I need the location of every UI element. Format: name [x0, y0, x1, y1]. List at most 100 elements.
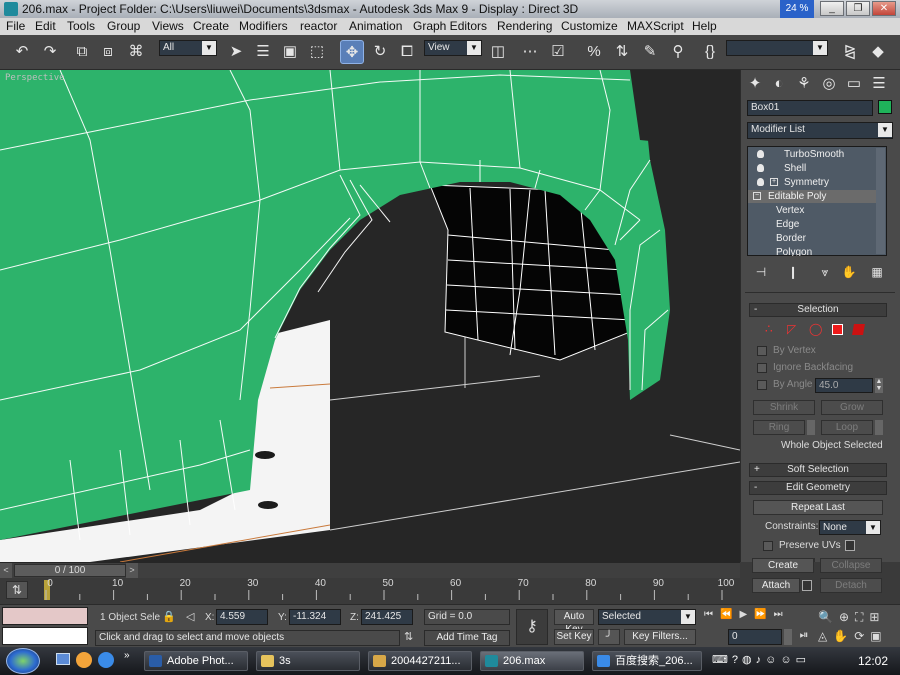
- taskbar-item-photoshop[interactable]: Adobe Phot...: [144, 651, 248, 671]
- stack-subobject-polygon[interactable]: Polygon: [748, 246, 878, 256]
- menu-help[interactable]: Help: [692, 19, 717, 33]
- set-key-button[interactable]: Set Key: [554, 629, 594, 645]
- stack-item-editable-poly[interactable]: − Editable Poly: [748, 190, 878, 203]
- menu-customize[interactable]: Customize: [561, 19, 618, 33]
- close-button[interactable]: ✕: [872, 1, 896, 16]
- monitor-icon[interactable]: ▭: [796, 654, 810, 666]
- angle-snap-icon[interactable]: ☑: [546, 40, 570, 64]
- detach-button[interactable]: Detach: [820, 578, 882, 593]
- motion-tab-icon[interactable]: ◎: [817, 72, 841, 96]
- select-move-icon[interactable]: ✥: [340, 40, 364, 64]
- constraints-dropdown[interactable]: None ▼: [819, 520, 881, 535]
- by-vertex-checkbox[interactable]: [757, 346, 767, 356]
- field-of-view-icon[interactable]: ◬: [818, 629, 833, 643]
- zoom-icon[interactable]: 🔍: [818, 610, 839, 624]
- arc-rotate-icon[interactable]: ⟳: [854, 629, 870, 643]
- maxscript-listener-mini[interactable]: [2, 607, 88, 625]
- menu-animation[interactable]: Animation: [349, 19, 402, 33]
- hierarchy-tab-icon[interactable]: ⚘: [792, 72, 816, 96]
- quicklaunch-expand-icon[interactable]: »: [124, 650, 130, 661]
- mirror-icon[interactable]: ⧎: [838, 40, 862, 64]
- stack-subobject-vertex[interactable]: Vertex: [748, 204, 878, 217]
- taskbar-item-folder[interactable]: 3s: [256, 651, 360, 671]
- stack-scrollbar[interactable]: [876, 148, 885, 254]
- polygon-mode-icon[interactable]: [832, 324, 843, 335]
- preserve-uvs-settings-icon[interactable]: [845, 540, 855, 551]
- next-key-icon[interactable]: ⏩: [754, 609, 773, 620]
- stack-item-turbosmooth[interactable]: TurboSmooth: [748, 148, 878, 161]
- create-button[interactable]: Create: [752, 558, 814, 573]
- key-tangent-icon[interactable]: ╯: [598, 629, 620, 645]
- edit-geometry-rollout-header[interactable]: - Edit Geometry: [749, 481, 887, 495]
- next-frame-icon[interactable]: >: [126, 563, 138, 578]
- select-by-name-icon[interactable]: ☰: [251, 40, 275, 64]
- link-icon[interactable]: ⧉: [70, 40, 94, 64]
- zoom-extents-icon[interactable]: ⛶: [855, 610, 869, 624]
- z-coordinate-field[interactable]: 241.425: [361, 609, 413, 625]
- menu-create[interactable]: Create: [193, 19, 229, 33]
- browser-icon[interactable]: [98, 652, 114, 668]
- preserve-uvs-checkbox[interactable]: [763, 541, 773, 551]
- ref-coord-dropdown[interactable]: View ▼: [424, 40, 482, 56]
- stack-subobject-border[interactable]: Border: [748, 232, 878, 245]
- qq-icon[interactable]: [76, 652, 92, 668]
- key-mode-dropdown[interactable]: Selected ▼: [598, 609, 696, 625]
- current-frame-spinner[interactable]: [784, 629, 792, 645]
- expand-icon[interactable]: +: [770, 178, 778, 186]
- loop-spinner[interactable]: [875, 420, 883, 435]
- angle-spinner[interactable]: 45.0: [815, 378, 873, 393]
- menu-graph-editors[interactable]: Graph Editors: [413, 19, 487, 33]
- snap-toggle-icon[interactable]: ⋯: [518, 40, 542, 64]
- key-mode-toggle-icon[interactable]: ⏯: [794, 629, 814, 645]
- time-slider-thumb[interactable]: 0 / 100: [14, 564, 126, 577]
- remove-modifier-icon[interactable]: ✋: [837, 260, 861, 284]
- align-icon[interactable]: ◆: [866, 40, 890, 64]
- element-mode-icon[interactable]: [852, 324, 865, 335]
- menu-rendering[interactable]: Rendering: [497, 19, 552, 33]
- menu-maxscript[interactable]: MAXScript: [627, 19, 684, 33]
- pin-stack-icon[interactable]: ⊣: [749, 260, 773, 284]
- light-bulb-icon[interactable]: [757, 178, 764, 186]
- ring-button[interactable]: Ring: [753, 420, 805, 435]
- grow-button[interactable]: Grow: [821, 400, 883, 415]
- maxscript-input-mini[interactable]: [2, 627, 88, 645]
- selection-filter-dropdown[interactable]: All ▼: [159, 40, 217, 56]
- menu-tools[interactable]: Tools: [67, 19, 95, 33]
- edge-mode-icon[interactable]: ◸: [787, 322, 796, 336]
- taskbar-item-3dsmax[interactable]: 206.max: [480, 651, 584, 671]
- edit-named-selection-icon[interactable]: ✎: [638, 40, 662, 64]
- bind-space-warp-icon[interactable]: ⌘: [124, 40, 148, 64]
- border-mode-icon[interactable]: ◯: [809, 322, 822, 336]
- absolute-mode-icon[interactable]: ◁: [186, 610, 194, 623]
- window-crossing-icon[interactable]: ⬚: [305, 40, 329, 64]
- by-angle-checkbox[interactable]: [757, 380, 767, 390]
- network-icon[interactable]: ◍: [742, 654, 756, 666]
- prev-key-icon[interactable]: ⏪: [720, 609, 739, 620]
- select-object-icon[interactable]: ➤: [224, 40, 248, 64]
- keyboard-icon[interactable]: ⌨: [712, 654, 732, 666]
- spinner-snap-icon[interactable]: ⇅: [610, 40, 634, 64]
- y-coordinate-field[interactable]: -11.324: [289, 609, 341, 625]
- named-selection-dropdown[interactable]: ▼: [726, 40, 828, 56]
- help-icon[interactable]: ?: [732, 654, 742, 666]
- stack-item-symmetry[interactable]: + Symmetry: [748, 176, 878, 189]
- taskbar-item-image[interactable]: 2004427211...: [368, 651, 472, 671]
- zoom-all-icon[interactable]: ⊕: [839, 610, 855, 624]
- light-bulb-icon[interactable]: [757, 150, 764, 158]
- zoom-extents-all-icon[interactable]: ⊞: [869, 610, 885, 624]
- user-icon[interactable]: ☺: [765, 654, 780, 666]
- restore-button[interactable]: ❐: [846, 1, 870, 16]
- key-filters-button[interactable]: Key Filters...: [624, 629, 696, 645]
- add-time-tag-button[interactable]: Add Time Tag: [424, 630, 510, 646]
- percent-snap-icon[interactable]: %: [582, 40, 606, 64]
- mirror-tool-icon[interactable]: ⚲: [666, 40, 690, 64]
- time-slider[interactable]: < 0 / 100 >: [0, 562, 740, 578]
- perspective-viewport[interactable]: Perspective: [0, 70, 740, 562]
- light-bulb-icon[interactable]: [757, 164, 764, 172]
- current-frame-field[interactable]: 0: [728, 629, 782, 645]
- track-bar[interactable]: ⇅ 0 10 20 30 40 50 60 70 80 90 100: [0, 578, 740, 604]
- undo-icon[interactable]: ↶: [10, 40, 34, 64]
- start-button[interactable]: [6, 648, 40, 674]
- go-to-start-icon[interactable]: ⏮: [704, 609, 720, 620]
- show-end-result-icon[interactable]: ❙: [781, 260, 805, 284]
